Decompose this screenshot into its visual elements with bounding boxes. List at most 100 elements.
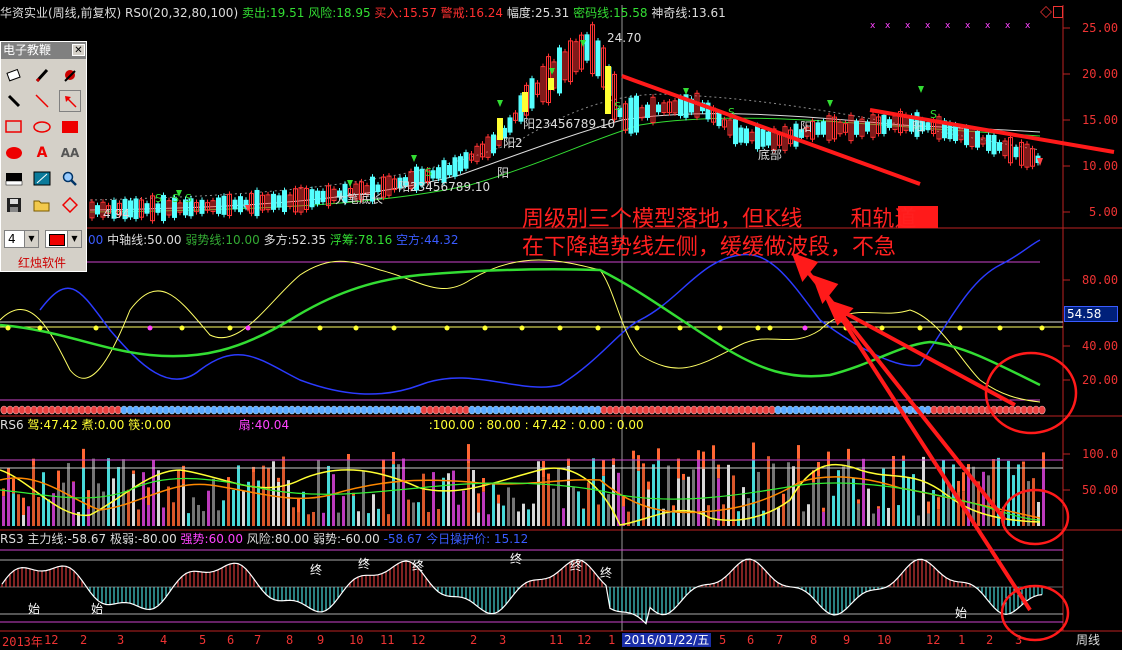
diamond-icon[interactable] [59,194,81,216]
end-mark: 终 [570,559,583,573]
x-axis-label: 10 [877,633,892,647]
x-axis-label: 7 [776,633,784,647]
price-tick: 20.00 [1082,67,1119,81]
svg-text:x: x [905,21,911,31]
filled-rect-icon[interactable] [59,116,81,138]
alert-value: 16.24 [468,6,504,20]
end-mark: 终 [600,566,613,580]
range-label: 幅度: [506,6,535,20]
magic-line-label: 神奇线: [651,6,692,20]
x-axis-label: 3 [1015,633,1023,647]
signal-label: 底部 [758,148,783,162]
x-axis-label: 1 [608,633,616,647]
filled-ellipse-icon[interactable] [3,142,25,164]
price-tick: 25.00 [1082,21,1119,35]
black-rect-icon[interactable] [3,168,25,190]
panel2-tick: 40.00 [1082,339,1119,353]
sell-value: 19.51 [270,6,305,20]
stock-chart-canvas[interactable]: S SS SS S S xxxxxxxxx [0,0,1122,650]
end-mark: 终 [510,552,523,566]
teaching-pointer-toolbox[interactable]: 电子教鞭 ✕ A AA 4 ▼ ▼ 红烛软件 [0,41,87,272]
image-icon[interactable] [31,168,53,190]
open-icon[interactable] [31,194,53,216]
chevron-down-icon[interactable]: ▼ [67,231,81,247]
start-mark: 始 [91,602,104,616]
arrow-icon[interactable] [59,90,81,112]
price-tick: 5.00 [1089,205,1118,219]
svg-text:x: x [1025,21,1031,31]
zoom-icon[interactable] [59,168,81,190]
panel3-tick: 50.00 [1082,483,1119,497]
svg-text:S: S [614,100,621,113]
x-axis-label: 2013年 [2,635,43,649]
x-axis-label: 3 [117,633,125,647]
signal-label: 阳 [497,166,510,180]
svg-text:x: x [1005,21,1011,31]
buy-value: 15.57 [402,6,437,20]
line-width-select[interactable]: 4 ▼ [4,230,39,248]
end-mark: 终 [358,557,371,571]
end-mark: 终 [310,563,323,577]
signal-label: 阳23456789.10 [398,180,491,194]
x-axis-label: 10 [349,633,364,647]
line-icon[interactable] [31,90,53,112]
svg-text:x: x [965,21,971,31]
x-axis-label: 7 [254,633,262,647]
x-axis-label: 11 [380,633,395,647]
secret-line-value: 15.58 [613,6,648,20]
x-axis-label: 2 [986,633,994,647]
brush-icon[interactable] [59,64,81,86]
x-axis-label: 6 [227,633,235,647]
window-box-icon[interactable] [1053,6,1063,18]
panel3-header: RS6 驾:47.42 煮:0.00 筷:0.00 扇:40.04 :100.0… [0,418,644,432]
x-axis-label: 5 [719,633,727,647]
save-icon[interactable] [3,194,25,216]
x-axis-label: 2 [80,633,88,647]
svg-text:S: S [425,166,432,179]
x-axis-label: 8 [810,633,818,647]
start-mark: 始 [955,606,968,620]
range-value: 25.31 [534,6,570,20]
main-header: 华资实业(周线,前复权) RS0(20,32,80,100) 卖出:19.51 … [0,6,726,20]
text-icon[interactable]: A [31,142,53,164]
svg-text:x: x [945,21,951,31]
alert-label: 警戒: [440,6,469,20]
x-axis-label: 9 [317,633,325,647]
risk-value: 18.95 [336,6,371,20]
text-size-icon[interactable]: AA [59,142,81,164]
x-axis-label: 12 [577,633,592,647]
pencil-icon[interactable] [3,90,25,112]
x-axis-label: 12 [926,633,941,647]
signal-label: 阳 [912,120,925,134]
color-select[interactable]: ▼ [45,230,82,248]
annotation-line-2: 在下降趋势线左侧，缓缓做波段，不急 [522,235,897,260]
toolbox-titlebar[interactable]: 电子教鞭 ✕ [1,42,86,59]
indicator-name: RS0(20,32,80,100) [125,6,239,20]
pen-icon[interactable] [31,64,53,86]
stock-name: 华资实业(周线,前复权) [0,6,122,20]
price-tick: 10.00 [1082,159,1119,173]
close-icon[interactable]: ✕ [72,44,85,56]
period-label[interactable]: 周线 [1076,633,1100,647]
eraser-icon[interactable] [3,64,25,86]
panel2-header: 00 中轴线:50.00 弱势线:10.00 多方:52.35 浮筹:78.16… [88,233,459,247]
svg-text:S: S [185,192,192,205]
cursor-date: 2016/01/22/五 [622,633,712,647]
buy-label: 买入: [374,6,403,20]
x-axis-label: 6 [747,633,755,647]
color-swatch [49,234,65,246]
rect-icon[interactable] [3,116,25,138]
x-axis-label: 12 [411,633,426,647]
panel2-tick: 20.00 [1082,373,1119,387]
chevron-down-icon[interactable]: ▼ [24,231,38,247]
price-tick: 15.00 [1082,113,1119,127]
panel2-current-value: 54.58 [1064,306,1118,322]
ellipse-icon[interactable] [31,116,53,138]
x-axis-label: 4 [160,633,168,647]
end-mark: 终 [412,559,425,573]
x-axis-label: 2 [470,633,478,647]
risk-label: 风险: [308,6,337,20]
x-axis-label: 12 [44,633,59,647]
svg-text:x: x [885,21,891,31]
high-price-label: 24.70 [607,31,642,45]
